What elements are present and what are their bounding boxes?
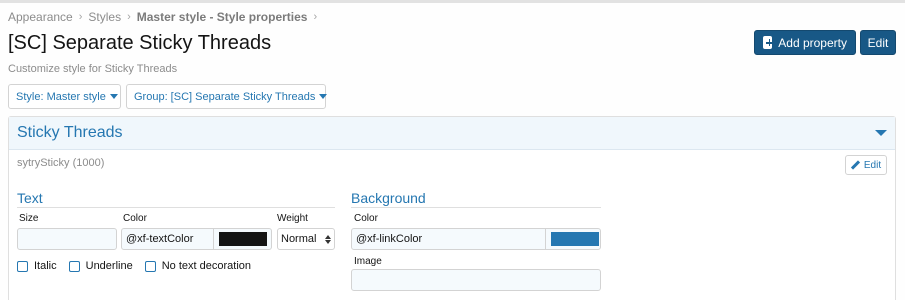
style-filter-label: Style: Master style: [16, 90, 106, 103]
caret-down-icon: [109, 94, 118, 99]
caret-down-icon: [319, 94, 328, 99]
no-decoration-label: No text decoration: [161, 260, 251, 272]
no-decoration-checkbox[interactable]: No text decoration: [144, 260, 251, 272]
background-image-input[interactable]: [351, 269, 601, 291]
edit-style-label: Edit: [867, 35, 889, 50]
weight-select[interactable]: Normal: [277, 228, 335, 250]
weight-label: Weight: [277, 213, 308, 224]
edit-property-label: Edit: [863, 159, 882, 171]
text-color-label: Color: [123, 213, 147, 224]
group-filter-label: Group: [SC] Separate Sticky Threads: [134, 90, 316, 103]
panel-header[interactable]: Sticky Threads: [9, 117, 895, 150]
divider: [351, 207, 601, 208]
chevron-right-icon: ›: [313, 11, 318, 23]
underline-checkbox[interactable]: Underline: [68, 260, 133, 272]
background-color-swatch[interactable]: [551, 232, 599, 246]
add-property-button[interactable]: Add property: [754, 30, 856, 55]
breadcrumb-appearance[interactable]: Appearance: [8, 10, 73, 24]
edit-style-button[interactable]: Edit: [860, 30, 896, 55]
chevron-right-icon: ›: [127, 11, 131, 23]
style-property-panel: Sticky Threads sytrySticky (1000) Edit T…: [8, 116, 896, 300]
pencil-icon: [851, 161, 860, 170]
breadcrumb: Appearance › Styles › Master style - Sty…: [8, 10, 317, 24]
background-color-input[interactable]: @xf-linkColor: [352, 229, 546, 249]
background-color-label: Color: [354, 213, 378, 224]
add-property-label: Add property: [778, 35, 847, 50]
background-color-field[interactable]: @xf-linkColor: [351, 228, 601, 250]
caret-down-icon[interactable]: [875, 130, 887, 136]
edit-property-button[interactable]: Edit: [845, 155, 887, 175]
page-title: [SC] Separate Sticky Threads: [8, 32, 272, 54]
select-arrows-icon: [325, 234, 331, 244]
text-color-field[interactable]: @xf-textColor: [121, 228, 272, 250]
page-description: Customize style for Sticky Threads: [8, 63, 178, 75]
property-id: sytrySticky (1000): [17, 157, 105, 169]
weight-value: Normal: [281, 233, 317, 245]
checkbox-icon[interactable]: [17, 260, 28, 272]
italic-checkbox[interactable]: Italic: [17, 260, 57, 272]
text-color-input[interactable]: @xf-textColor: [122, 229, 214, 249]
size-label: Size: [19, 213, 39, 224]
plus-square-icon: [763, 36, 774, 49]
top-shadow: [0, 0, 905, 3]
italic-label: Italic: [34, 260, 57, 272]
checkbox-icon[interactable]: [68, 260, 80, 272]
chevron-right-icon: ›: [78, 11, 83, 23]
breadcrumb-style-properties[interactable]: Master style - Style properties: [137, 10, 308, 24]
divider: [17, 207, 335, 208]
text-color-swatch[interactable]: [219, 232, 267, 246]
background-section-title: Background: [351, 190, 426, 206]
breadcrumb-styles[interactable]: Styles: [88, 10, 121, 24]
background-image-label: Image: [354, 256, 382, 267]
checkbox-icon[interactable]: [144, 260, 156, 272]
size-input[interactable]: [17, 228, 117, 250]
panel-title: Sticky Threads: [17, 124, 123, 141]
style-filter-dropdown[interactable]: Style: Master style: [8, 84, 121, 109]
text-section-title: Text: [17, 190, 43, 206]
group-filter-dropdown[interactable]: Group: [SC] Separate Sticky Threads: [126, 84, 328, 109]
underline-label: Underline: [85, 260, 133, 272]
text-decoration-options: Italic Underline No text decoration: [17, 260, 251, 272]
